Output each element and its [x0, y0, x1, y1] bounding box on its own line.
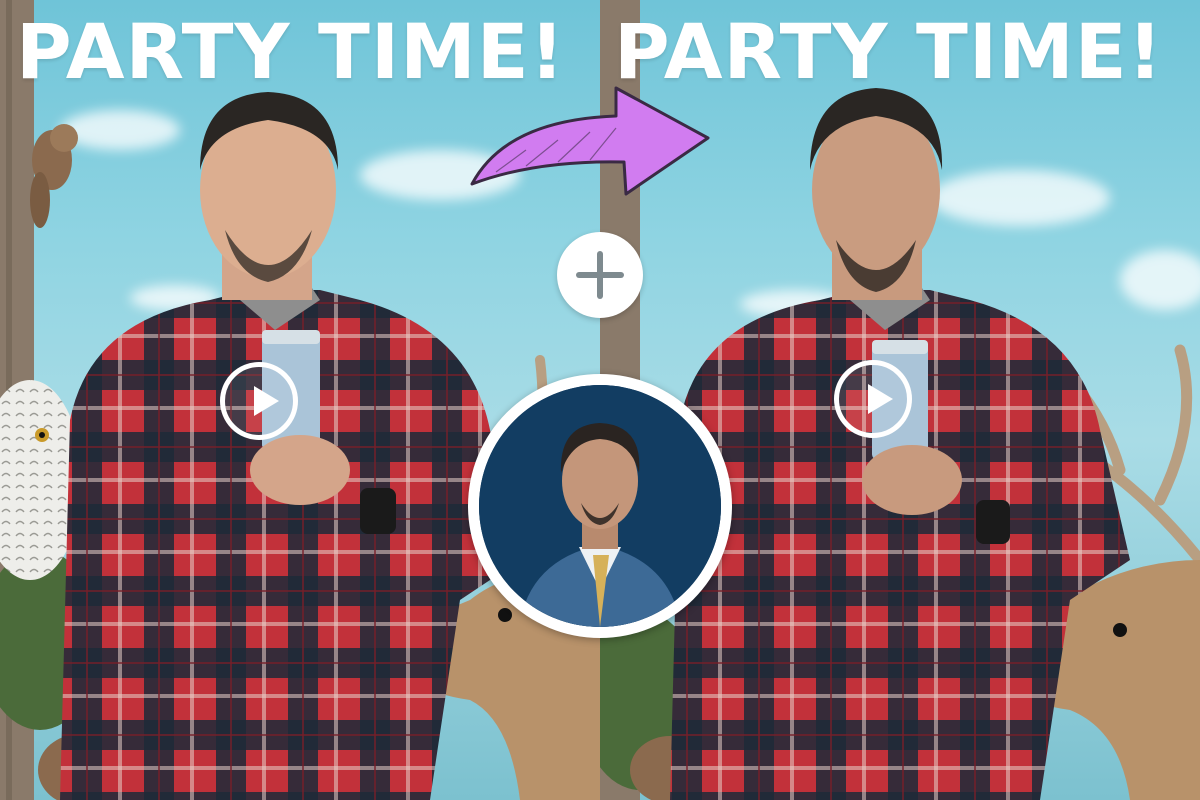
source-face-portrait[interactable] [468, 374, 732, 638]
play-icon [254, 386, 279, 416]
watch [976, 500, 1010, 544]
play-icon [868, 384, 893, 414]
play-button-right[interactable] [834, 360, 912, 438]
headline-left: PARTY TIME! [16, 7, 566, 96]
portrait-image [479, 385, 721, 627]
watch [360, 488, 396, 534]
plus-icon [597, 251, 603, 299]
squirrel [30, 124, 78, 228]
play-button-left[interactable] [220, 362, 298, 440]
portrait-figure [479, 385, 721, 627]
curved-arrow-right-icon [470, 86, 710, 196]
add-button[interactable] [557, 232, 643, 318]
headline-right: PARTY TIME! [614, 7, 1164, 96]
